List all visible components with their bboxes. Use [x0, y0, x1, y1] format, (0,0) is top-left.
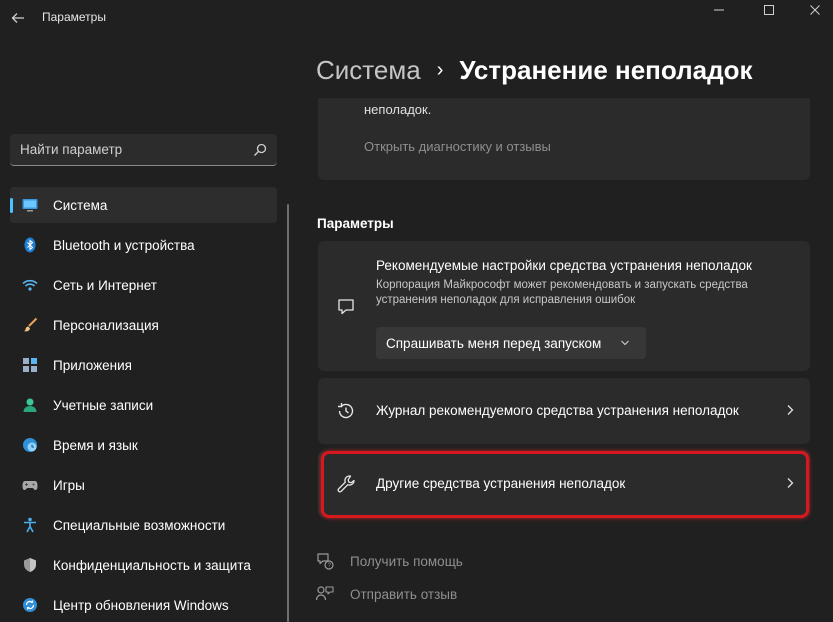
- chevron-right-icon: [787, 405, 794, 415]
- breadcrumb-separator: ›: [436, 58, 444, 81]
- minimize-icon: [714, 9, 724, 11]
- globe-clock-icon: [23, 438, 37, 452]
- search-icon[interactable]: [253, 143, 267, 157]
- page-title: Устранение неполадок: [459, 54, 753, 85]
- recommended-settings-card: Рекомендуемые настройки средства устране…: [318, 241, 810, 371]
- bluetooth-icon: [24, 237, 36, 253]
- sidebar-item-bluetooth[interactable]: Bluetooth и устройства: [10, 227, 277, 263]
- history-icon: [338, 403, 354, 419]
- search-box[interactable]: [10, 134, 277, 166]
- sidebar-item-personalization[interactable]: Персонализация: [10, 307, 277, 343]
- sidebar-item-privacy[interactable]: Конфиденциальность и защита: [10, 547, 277, 583]
- accessibility-icon: [24, 517, 36, 533]
- feedback-icon: [316, 586, 334, 601]
- sidebar-item-label: Приложения: [53, 358, 132, 373]
- sidebar-item-network[interactable]: Сеть и Интернет: [10, 267, 277, 303]
- maximize-button[interactable]: [746, 0, 792, 20]
- sidebar-item-label: Специальные возможности: [53, 518, 226, 533]
- troubleshooter-history-label: Журнал рекомендуемого средства устранени…: [376, 403, 739, 418]
- sidebar-item-label: Система: [53, 198, 108, 213]
- update-icon: [23, 598, 37, 612]
- window-title: Параметры: [42, 10, 106, 24]
- wifi-icon: [22, 279, 38, 291]
- troubleshooter-history-item[interactable]: Журнал рекомендуемого средства устранени…: [318, 378, 810, 444]
- sidebar-item-label: Игры: [53, 478, 85, 493]
- diagnostics-card-text: неполадок.: [364, 102, 432, 117]
- sidebar-item-label: Сеть и Интернет: [53, 278, 157, 293]
- minimize-button[interactable]: [696, 0, 742, 20]
- open-diagnostics-link[interactable]: Открыть диагностику и отзывы: [364, 139, 551, 154]
- close-icon: [810, 5, 820, 15]
- account-icon: [23, 398, 37, 412]
- back-arrow-icon: [11, 13, 24, 23]
- chevron-down-icon: [621, 340, 629, 346]
- system-monitor-icon: [22, 199, 38, 212]
- get-help-link[interactable]: ? Получить помощь: [316, 551, 463, 571]
- recommended-settings-title: Рекомендуемые настройки средства устране…: [376, 258, 752, 273]
- gamepad-icon: [22, 481, 38, 490]
- section-title: Параметры: [317, 216, 394, 231]
- sidebar-item-label: Персонализация: [53, 318, 159, 333]
- search-input[interactable]: [20, 134, 240, 165]
- breadcrumb: Система › Устранение неполадок: [316, 52, 752, 88]
- sidebar-item-label: Конфиденциальность и защита: [53, 558, 251, 573]
- sidebar-nav: Система Bluetooth и устройства Сеть и Ин…: [10, 187, 277, 622]
- sidebar-item-label: Bluetooth и устройства: [53, 238, 195, 253]
- sidebar-item-label: Время и язык: [53, 438, 138, 453]
- sidebar-scrollbar[interactable]: [287, 204, 289, 622]
- dropdown-value: Спрашивать меня перед запуском: [386, 336, 602, 351]
- send-feedback-link[interactable]: Отправить отзыв: [316, 584, 457, 604]
- sidebar-item-gaming[interactable]: Игры: [10, 467, 277, 503]
- sidebar-item-apps[interactable]: Приложения: [10, 347, 277, 383]
- sidebar-item-accessibility[interactable]: Специальные возможности: [10, 507, 277, 543]
- sidebar-item-accounts[interactable]: Учетные записи: [10, 387, 277, 423]
- diagnostics-card: неполадок. Открыть диагностику и отзывы: [318, 98, 810, 180]
- sidebar-item-windows-update[interactable]: Центр обновления Windows: [10, 587, 277, 622]
- shield-icon: [24, 558, 36, 572]
- breadcrumb-parent[interactable]: Система: [316, 55, 421, 86]
- highlight-annotation: [321, 451, 809, 518]
- brush-icon: [23, 317, 38, 332]
- recommended-settings-dropdown[interactable]: Спрашивать меня перед запуском: [376, 327, 646, 359]
- maximize-icon: [764, 5, 774, 15]
- recommended-settings-description: Корпорация Майкрософт может рекомендоват…: [376, 279, 748, 306]
- get-help-label: Получить помощь: [350, 553, 463, 569]
- sidebar-item-label: Центр обновления Windows: [53, 598, 229, 613]
- chat-message-icon: [338, 299, 354, 315]
- back-button[interactable]: [8, 8, 28, 28]
- sidebar-item-system[interactable]: Система: [10, 187, 277, 223]
- help-chat-icon: ?: [317, 553, 334, 570]
- apps-icon: [23, 358, 37, 372]
- title-bar: Параметры: [0, 0, 833, 36]
- sidebar-item-time-language[interactable]: Время и язык: [10, 427, 277, 463]
- sidebar-item-label: Учетные записи: [53, 398, 154, 413]
- close-button[interactable]: [792, 0, 833, 20]
- send-feedback-label: Отправить отзыв: [350, 586, 458, 602]
